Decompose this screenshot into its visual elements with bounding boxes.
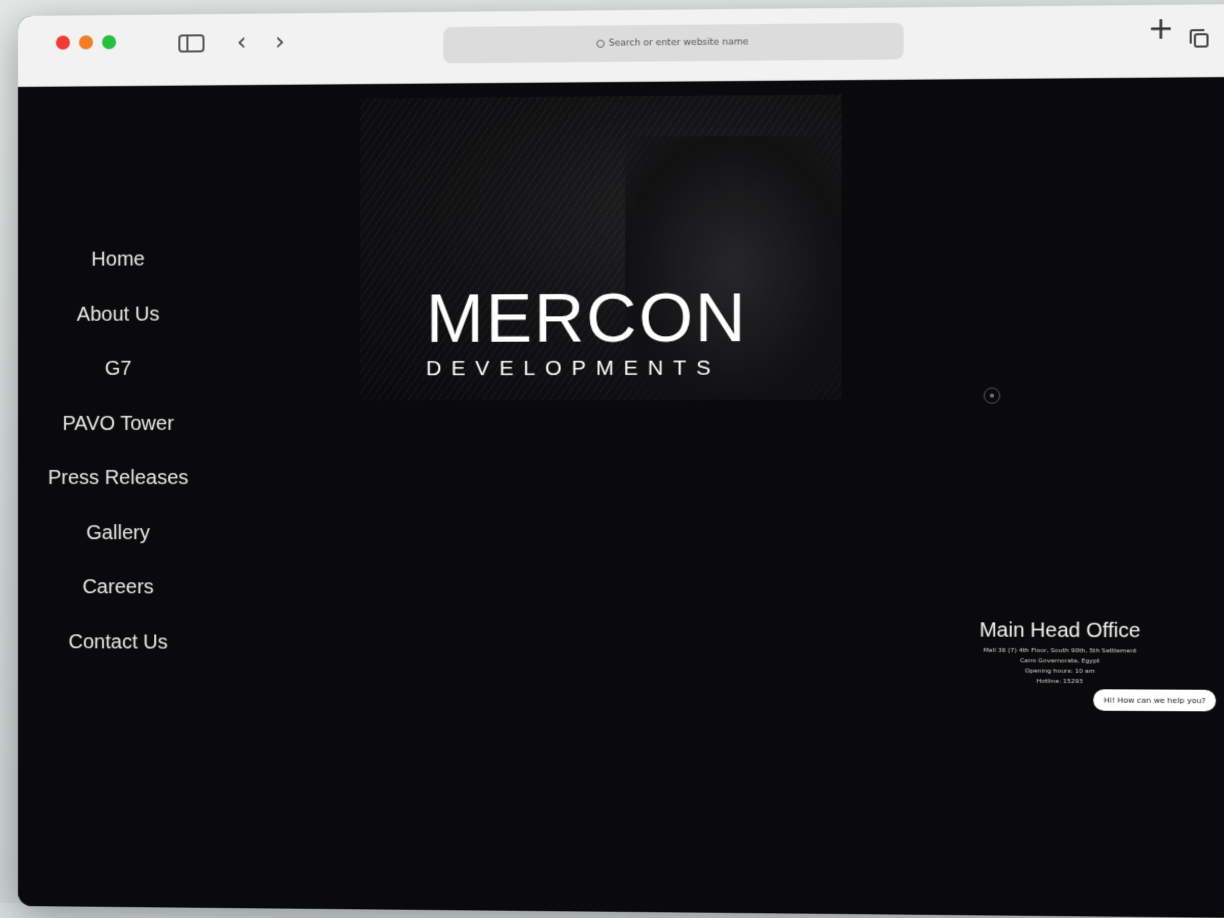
sidebar-toggle-icon[interactable]	[178, 34, 204, 52]
nav-item-contact-us[interactable]: Contact Us	[69, 615, 168, 670]
browser-window: ‹ › Search or enter website name + ✕ Hom…	[18, 4, 1224, 918]
brand-logo[interactable]: MERCON DEVELOPMENTS	[426, 284, 774, 382]
browser-toolbar: ‹ › Search or enter website name +	[18, 4, 1224, 87]
minimize-window-button[interactable]	[79, 35, 93, 49]
office-info: Main Head Office Mall 36 (7) 4th Floor, …	[945, 615, 1175, 688]
address-bar[interactable]: Search or enter website name	[443, 23, 903, 64]
office-hotline-line: Hotline: 15293	[945, 676, 1175, 687]
back-arrow-icon[interactable]: ‹	[237, 28, 247, 56]
logo-wordmark: MERCON	[426, 284, 774, 352]
close-window-button[interactable]	[56, 36, 70, 50]
window-controls	[56, 35, 116, 50]
cursor-ring-icon	[984, 387, 1001, 403]
tab-overview-icon[interactable]	[1194, 33, 1209, 47]
search-icon	[596, 40, 604, 48]
desk-background: ‹ › Search or enter website name + ✕ Hom…	[0, 0, 1224, 903]
nav-item-about-us[interactable]: About Us	[77, 287, 160, 342]
new-tab-icon[interactable]: +	[1148, 15, 1174, 44]
nav-item-home[interactable]: Home	[91, 232, 145, 287]
maximize-window-button[interactable]	[102, 35, 116, 49]
nav-item-g7[interactable]: G7	[105, 342, 132, 397]
logo-subtitle: DEVELOPMENTS	[426, 355, 774, 382]
chat-greeting-bubble[interactable]: Hi! How can we help you?	[1093, 689, 1216, 711]
forward-arrow-icon[interactable]: ›	[275, 27, 285, 55]
nav-item-pavo-tower[interactable]: PAVO Tower	[62, 396, 173, 451]
nav-item-careers[interactable]: Careers	[82, 560, 153, 615]
menu-overlay: ✕ Home About Us G7 PAVO Tower Press Rele…	[18, 77, 1224, 918]
office-title: Main Head Office	[945, 615, 1175, 647]
nav-item-gallery[interactable]: Gallery	[86, 506, 150, 561]
address-placeholder: Search or enter website name	[609, 37, 749, 48]
nav-item-press-releases[interactable]: Press Releases	[48, 451, 188, 506]
main-navigation: Home About Us G7 PAVO Tower Press Releas…	[28, 232, 209, 670]
